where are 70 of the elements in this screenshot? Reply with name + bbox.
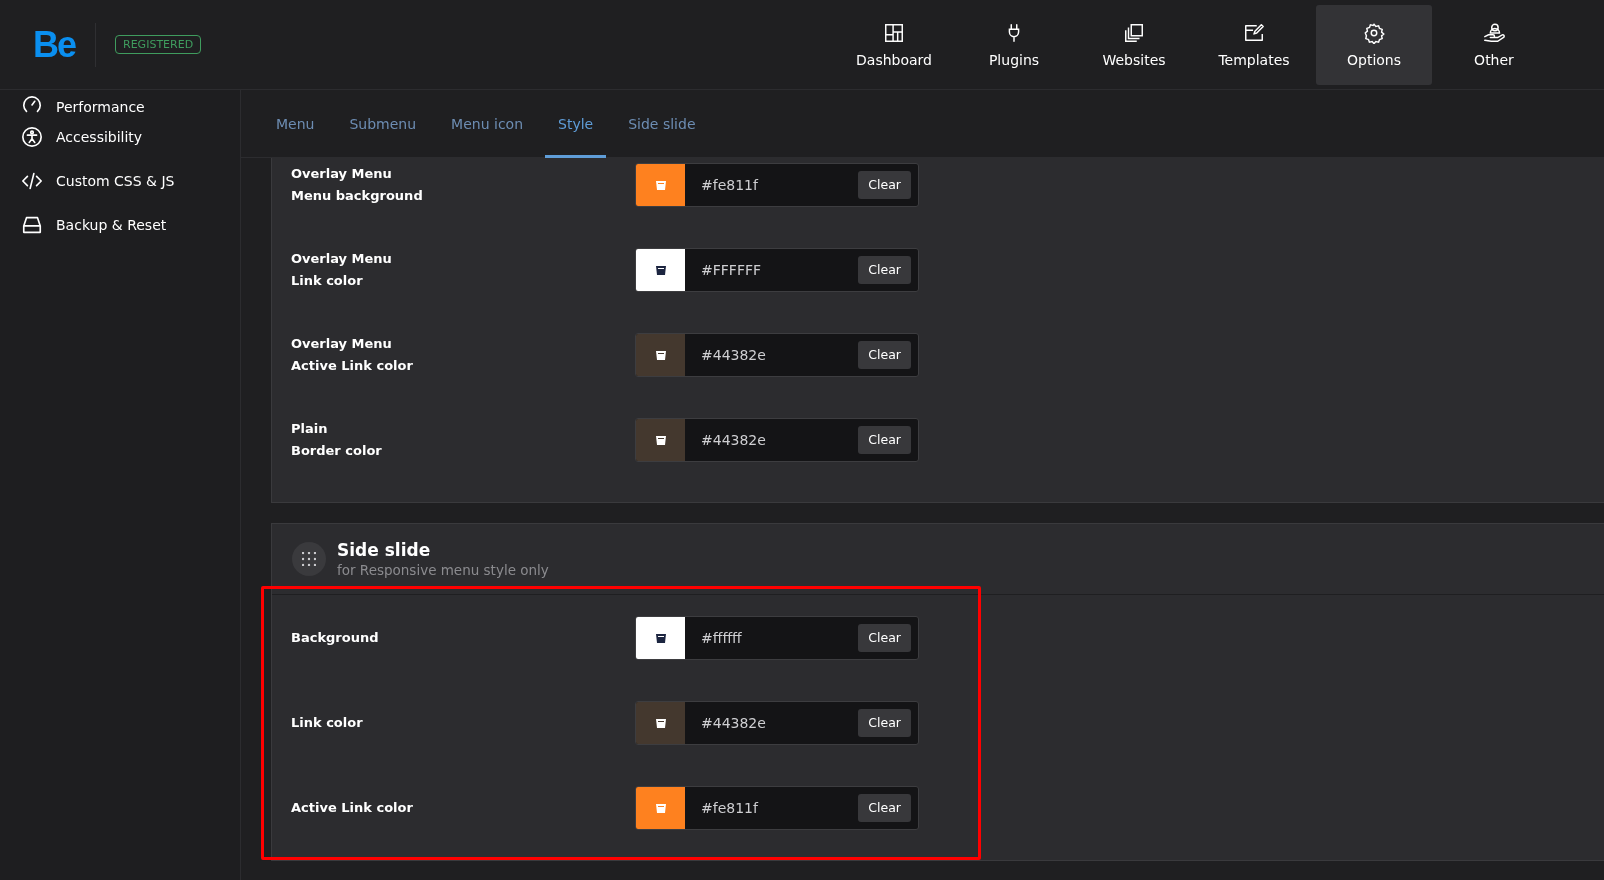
sidebar-item[interactable]: Accessibility (56, 129, 143, 145)
clear-button[interactable]: Clear (858, 623, 911, 652)
clear-button[interactable]: Clear (858, 425, 911, 454)
clear-button[interactable]: Clear (858, 170, 911, 199)
paint-bucket-icon (654, 801, 667, 814)
field-label: Active Link color (291, 798, 414, 817)
section-title: Side slide (337, 540, 432, 560)
color-picker[interactable]: #FFFFFF Clear (635, 247, 919, 292)
color-picker[interactable]: #fe811f Clear (635, 162, 919, 207)
hex-input[interactable]: #fe811f (685, 163, 859, 206)
registered-badge: REGISTERED (115, 35, 202, 54)
color-swatch[interactable] (636, 333, 685, 376)
nav-item[interactable]: Websites (1076, 4, 1192, 85)
edit-icon (1243, 21, 1265, 44)
settings-icon (1363, 21, 1385, 44)
paint-bucket-icon (654, 631, 667, 644)
field-label: Overlay Menu Menu background (291, 164, 424, 205)
field-label: Overlay Menu Link color (291, 249, 393, 290)
gauge-icon (21, 93, 43, 115)
color-picker[interactable]: #44382e Clear (635, 332, 919, 377)
hex-input[interactable]: #FFFFFF (685, 248, 859, 291)
nav-item[interactable]: Other (1436, 4, 1552, 85)
nav-item[interactable]: Templates (1196, 4, 1312, 85)
tab[interactable]: Menu (263, 90, 328, 158)
color-swatch[interactable] (636, 616, 685, 659)
color-picker[interactable]: #ffffff Clear (635, 615, 919, 660)
paint-bucket-icon (654, 716, 667, 729)
field-label: Overlay Menu Active Link color (291, 334, 414, 375)
hex-input[interactable]: #44382e (685, 701, 859, 744)
color-picker[interactable]: #44382e Clear (635, 417, 919, 462)
color-swatch[interactable] (636, 786, 685, 829)
tab[interactable]: Side slide (615, 90, 709, 158)
section-subtitle: for Responsive menu style only (337, 562, 549, 578)
clear-button[interactable]: Clear (858, 340, 911, 369)
hex-input[interactable]: #fe811f (685, 786, 859, 829)
drive-icon (21, 214, 43, 236)
copies-icon (1123, 21, 1145, 44)
tab[interactable]: Menu icon (438, 90, 537, 158)
hex-input[interactable]: #ffffff (685, 616, 859, 659)
hex-input[interactable]: #44382e (685, 333, 859, 376)
color-swatch[interactable] (636, 701, 685, 744)
color-swatch[interactable] (636, 248, 685, 291)
code-icon (21, 170, 43, 192)
field-label: Background (291, 628, 380, 647)
color-swatch[interactable] (636, 163, 685, 206)
clear-button[interactable]: Clear (858, 708, 911, 737)
paint-bucket-icon (654, 348, 667, 361)
paint-bucket-icon (654, 263, 667, 276)
hex-input[interactable]: #44382e (685, 418, 859, 461)
field-label: Plain Border color (291, 419, 383, 460)
color-picker[interactable]: #fe811f Clear (635, 785, 919, 830)
color-picker[interactable]: #44382e Clear (635, 700, 919, 745)
nav-item[interactable]: Dashboard (836, 4, 952, 85)
paint-bucket-icon (654, 433, 667, 446)
logo: Be (33, 23, 76, 66)
field-label: Link color (291, 713, 364, 732)
layout-grid-icon (883, 21, 905, 44)
paint-bucket-icon (654, 178, 667, 191)
clear-button[interactable]: Clear (858, 793, 911, 822)
sidebar-item[interactable]: Custom CSS & JS (56, 173, 175, 189)
nav-item[interactable]: Options (1316, 4, 1432, 85)
sidebar-item[interactable]: Backup & Reset (56, 217, 167, 233)
sidebar-item[interactable]: Performance (56, 99, 145, 115)
drag-handle-icon[interactable] (292, 542, 326, 576)
nav-item[interactable]: Plugins (956, 4, 1072, 85)
accessibility-icon (21, 126, 43, 148)
color-swatch[interactable] (636, 418, 685, 461)
tab[interactable]: Submenu (336, 90, 430, 158)
clear-button[interactable]: Clear (858, 255, 911, 284)
hand-person-icon (1483, 21, 1505, 44)
